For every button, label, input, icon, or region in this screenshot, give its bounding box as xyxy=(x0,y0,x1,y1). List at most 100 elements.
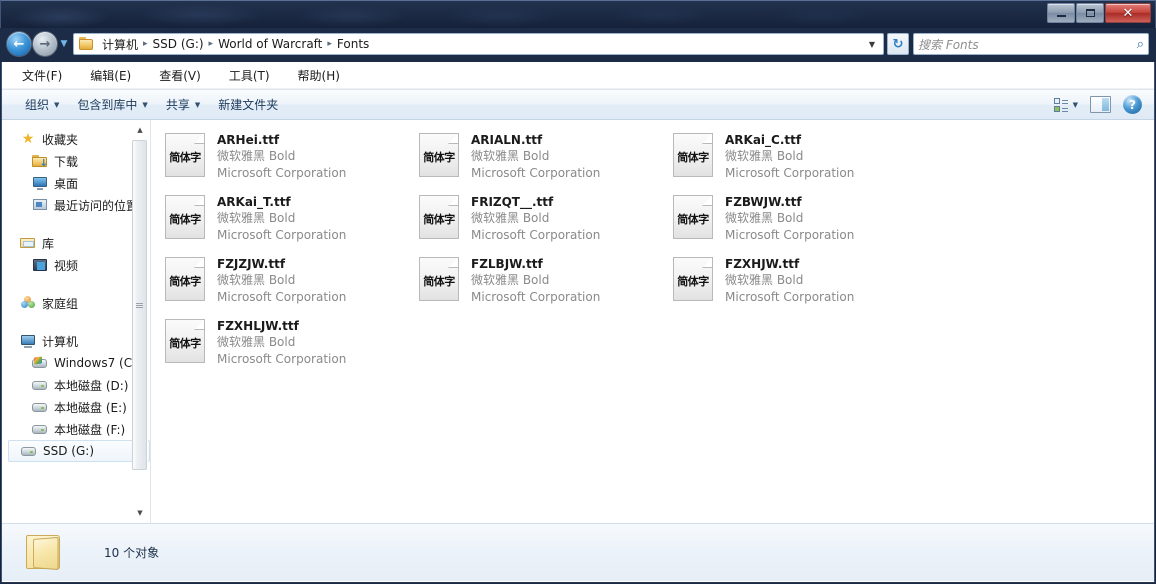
sidebar-label-videos: 视频 xyxy=(54,257,78,274)
new-folder-button[interactable]: 新建文件夹 xyxy=(209,92,287,117)
file-name: ARKai_C.ttf xyxy=(725,132,917,148)
list-item[interactable]: 简体字 FZJZJW.ttf 微软雅黑 Bold Microsoft Corpo… xyxy=(159,252,413,314)
menu-item-edit[interactable]: 编辑(E) xyxy=(86,64,135,87)
sidebar-item-favorites[interactable]: ★ 收藏夹 xyxy=(2,128,150,150)
sidebar-item-videos[interactable]: 视频 xyxy=(2,254,150,276)
file-name: FZJZJW.ttf xyxy=(217,256,409,272)
menu-item-file[interactable]: 文件(F) xyxy=(18,64,66,87)
chevron-down-icon: ▼ xyxy=(1073,101,1078,109)
font-vendor: Microsoft Corporation xyxy=(471,227,663,244)
font-icon-label: 简体字 xyxy=(419,211,459,227)
preview-pane-button[interactable] xyxy=(1084,94,1117,115)
sidebar-item-drive-c[interactable]: Windows7 (C:) xyxy=(2,352,150,374)
address-bar[interactable]: 计算机 ▸ SSD (G:) ▸ World of Warcraft ▸ Fon… xyxy=(73,33,884,55)
sidebar-item-desktop[interactable]: 桌面 xyxy=(2,172,150,194)
sidebar-scrollbar[interactable]: ▲ ▼ xyxy=(132,122,148,521)
sidebar-item-drive-f[interactable]: 本地磁盘 (F:) xyxy=(2,418,150,440)
preview-pane-icon xyxy=(1090,96,1111,113)
breadcrumb-item-2[interactable]: World of Warcraft xyxy=(214,36,326,52)
menu-item-tools[interactable]: 工具(T) xyxy=(225,64,274,87)
minimize-button[interactable] xyxy=(1047,3,1075,23)
organize-button[interactable]: 组织 ▼ xyxy=(16,92,68,117)
breadcrumb-item-1[interactable]: SSD (G:) xyxy=(149,36,208,52)
list-item[interactable]: 简体字 FZLBJW.ttf 微软雅黑 Bold Microsoft Corpo… xyxy=(413,252,667,314)
breadcrumb-item-3[interactable]: Fonts xyxy=(333,36,373,52)
library-icon xyxy=(20,235,36,251)
back-button[interactable]: ← xyxy=(7,32,31,56)
file-name: FZXHLJW.ttf xyxy=(217,318,409,334)
breadcrumb-item-0[interactable]: 计算机 xyxy=(98,35,142,54)
font-icon-label: 简体字 xyxy=(165,335,205,351)
list-item[interactable]: 简体字 ARKai_T.ttf 微软雅黑 Bold Microsoft Corp… xyxy=(159,190,413,252)
list-item[interactable]: 简体字 FZXHJW.ttf 微软雅黑 Bold Microsoft Corpo… xyxy=(667,252,921,314)
navigation-bar: ← → ▼ 计算机 ▸ SSD (G:) ▸ World of Warcraft… xyxy=(1,28,1155,60)
font-vendor: Microsoft Corporation xyxy=(217,289,409,306)
sidebar-item-computer[interactable]: 计算机 xyxy=(2,330,150,352)
font-file-icon: 简体字 xyxy=(163,256,209,302)
folder-icon xyxy=(24,533,66,573)
search-box[interactable]: 搜索 Fonts ⌕ xyxy=(913,33,1149,55)
font-vendor: Microsoft Corporation xyxy=(217,351,409,368)
forward-arrow-icon: → xyxy=(40,37,51,52)
font-vendor: Microsoft Corporation xyxy=(217,165,409,182)
list-item[interactable]: 简体字 FRIZQT__.ttf 微软雅黑 Bold Microsoft Cor… xyxy=(413,190,667,252)
chevron-down-icon: ▼ xyxy=(61,39,68,49)
maximize-icon xyxy=(1086,9,1095,17)
sidebar-label-favorites: 收藏夹 xyxy=(42,131,78,148)
item-count-label: 10 个对象 xyxy=(104,544,159,561)
search-input[interactable]: 搜索 Fonts xyxy=(918,36,1137,53)
change-view-button[interactable]: ▼ xyxy=(1048,95,1084,114)
file-name: FZLBJW.ttf xyxy=(471,256,663,272)
file-name: ARHei.ttf xyxy=(217,132,409,148)
file-list-view[interactable]: 简体字 ARHei.ttf 微软雅黑 Bold Microsoft Corpor… xyxy=(151,120,1154,523)
font-file-icon: 简体字 xyxy=(163,194,209,240)
list-item[interactable]: 简体字 FZBWJW.ttf 微软雅黑 Bold Microsoft Corpo… xyxy=(667,190,921,252)
sidebar-item-drive-e[interactable]: 本地磁盘 (E:) xyxy=(2,396,150,418)
sidebar-label-desktop: 桌面 xyxy=(54,175,78,192)
sidebar-item-downloads[interactable]: ↓ 下载 xyxy=(2,150,150,172)
sidebar-item-drive-d[interactable]: 本地磁盘 (D:) xyxy=(2,374,150,396)
navigation-pane: ★ 收藏夹 ↓ 下载 桌面 最近访问的位置 xyxy=(2,120,150,523)
font-vendor: Microsoft Corporation xyxy=(725,289,917,306)
list-item[interactable]: 简体字 ARIALN.ttf 微软雅黑 Bold Microsoft Corpo… xyxy=(413,128,667,190)
menu-bar: 文件(F) 编辑(E) 查看(V) 工具(T) 帮助(H) xyxy=(2,62,1154,89)
recent-pages-dropdown[interactable]: ▼ xyxy=(57,39,71,49)
font-file-icon: 简体字 xyxy=(417,194,463,240)
recent-places-icon xyxy=(32,197,48,213)
scroll-up-button[interactable]: ▲ xyxy=(132,122,148,138)
refresh-button[interactable]: ↻ xyxy=(887,33,909,55)
font-family: 微软雅黑 Bold xyxy=(471,210,663,227)
include-in-library-button[interactable]: 包含到库中 ▼ xyxy=(68,92,156,117)
list-item[interactable]: 简体字 ARKai_C.ttf 微软雅黑 Bold Microsoft Corp… xyxy=(667,128,921,190)
font-file-icon: 简体字 xyxy=(671,194,717,240)
file-name: FZBWJW.ttf xyxy=(725,194,917,210)
sidebar-item-drive-g[interactable]: SSD (G:) xyxy=(8,440,150,462)
file-name: ARIALN.ttf xyxy=(471,132,663,148)
file-name: FRIZQT__.ttf xyxy=(471,194,663,210)
menu-item-view[interactable]: 查看(V) xyxy=(155,64,205,87)
list-item[interactable]: 简体字 FZXHLJW.ttf 微软雅黑 Bold Microsoft Corp… xyxy=(159,314,413,376)
scroll-down-button[interactable]: ▼ xyxy=(132,505,148,521)
close-icon: ✕ xyxy=(1123,7,1134,20)
sidebar-item-homegroup[interactable]: 家庭组 xyxy=(2,292,150,314)
forward-button[interactable]: → xyxy=(33,32,57,56)
list-item[interactable]: 简体字 ARHei.ttf 微软雅黑 Bold Microsoft Corpor… xyxy=(159,128,413,190)
window-controls: ✕ xyxy=(1047,3,1151,23)
list-item-text: ARHei.ttf 微软雅黑 Bold Microsoft Corporatio… xyxy=(217,130,409,182)
font-file-icon: 简体字 xyxy=(671,256,717,302)
address-dropdown-chevron-icon[interactable]: ▼ xyxy=(864,40,880,49)
sidebar-item-recent-places[interactable]: 最近访问的位置 xyxy=(2,194,150,216)
close-button[interactable]: ✕ xyxy=(1105,3,1151,23)
maximize-button[interactable] xyxy=(1076,3,1104,23)
font-file-icon: 简体字 xyxy=(163,318,209,364)
font-family: 微软雅黑 Bold xyxy=(217,334,409,351)
menu-item-help[interactable]: 帮助(H) xyxy=(294,64,344,87)
font-file-icon: 简体字 xyxy=(671,132,717,178)
share-with-button[interactable]: 共享 ▼ xyxy=(157,92,209,117)
help-button[interactable]: ? xyxy=(1117,93,1148,116)
font-vendor: Microsoft Corporation xyxy=(471,289,663,306)
font-family: 微软雅黑 Bold xyxy=(725,272,917,289)
scrollbar-thumb[interactable] xyxy=(132,140,147,470)
sidebar-item-libraries[interactable]: 库 xyxy=(2,232,150,254)
title-bar: ✕ xyxy=(0,0,1156,28)
